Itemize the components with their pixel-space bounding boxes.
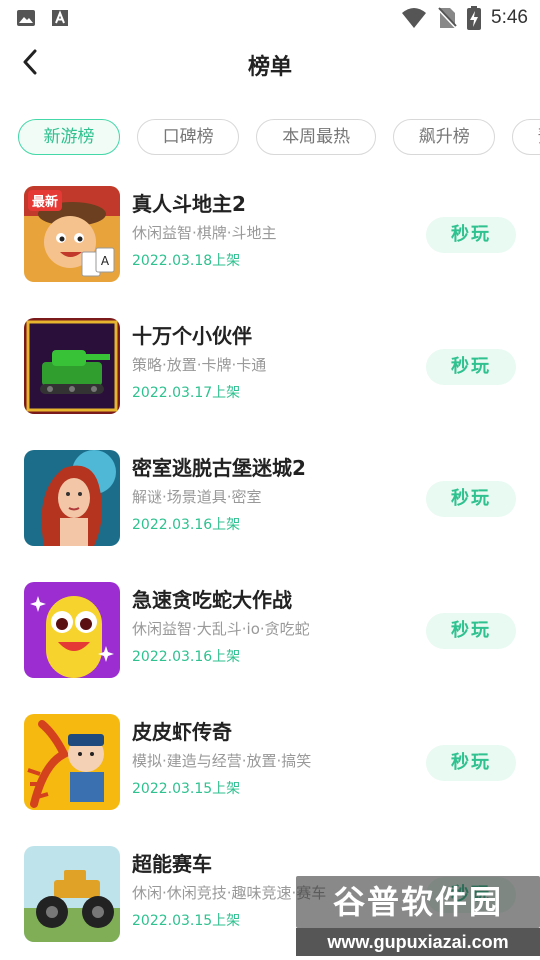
play-button[interactable]: 秒玩 bbox=[426, 613, 516, 649]
release-date: 2022.03.15上架 bbox=[132, 781, 241, 797]
game-name: 真人斗地主2 bbox=[132, 192, 246, 216]
game-tags: 策略·放置·卡牌·卡通 bbox=[132, 356, 267, 374]
list-item[interactable]: 十万个小伙伴 策略·放置·卡牌·卡通 2022.03.17上架 秒玩 bbox=[0, 312, 540, 444]
release-date: 2022.03.16上架 bbox=[132, 649, 241, 665]
release-date: 2022.03.15上架 bbox=[132, 913, 241, 929]
game-tags: 休闲益智·棋牌·斗地主 bbox=[132, 224, 277, 242]
watermark-url: www.gupuxiazai.com bbox=[296, 928, 540, 956]
game-thumbnail bbox=[24, 714, 120, 810]
tab-reservation[interactable]: 预约榜 bbox=[512, 119, 540, 155]
ranking-tabs: 新游榜 口碑榜 本周最热 飙升榜 预约榜 bbox=[18, 119, 540, 157]
status-time: 5:46 bbox=[491, 7, 528, 28]
game-tags: 模拟·建造与经营·放置·搞笑 bbox=[132, 752, 312, 770]
release-date: 2022.03.16上架 bbox=[132, 517, 241, 533]
release-date: 2022.03.17上架 bbox=[132, 385, 241, 401]
list-item[interactable]: 皮皮虾传奇 模拟·建造与经营·放置·搞笑 2022.03.15上架 秒玩 bbox=[0, 708, 540, 840]
release-date: 2022.03.18上架 bbox=[132, 253, 241, 269]
game-name: 超能赛车 bbox=[132, 852, 212, 876]
game-name: 皮皮虾传奇 bbox=[132, 720, 232, 744]
app-header: 榜单 bbox=[0, 36, 540, 92]
game-name: 十万个小伙伴 bbox=[132, 324, 252, 348]
list-item[interactable]: 密室逃脱古堡迷城2 解谜·场景道具·密室 2022.03.16上架 秒玩 bbox=[0, 444, 540, 576]
play-button[interactable]: 秒玩 bbox=[426, 217, 516, 253]
play-button[interactable]: 秒玩 bbox=[426, 745, 516, 781]
watermark: 谷普软件园 www.gupuxiazai.com bbox=[296, 876, 540, 956]
game-thumbnail bbox=[24, 450, 120, 546]
new-badge: 最新 bbox=[28, 190, 63, 211]
svg-text:A: A bbox=[101, 254, 110, 268]
game-name: 急速贪吃蛇大作战 bbox=[132, 588, 292, 612]
status-bar: 5:46 bbox=[0, 0, 540, 36]
no-sim-icon bbox=[437, 7, 457, 29]
tab-weekly-hot[interactable]: 本周最热 bbox=[256, 119, 377, 155]
page-title: 榜单 bbox=[247, 55, 292, 80]
watermark-title: 谷普软件园 bbox=[296, 876, 540, 928]
game-tags: 休闲益智·大乱斗·io·贪吃蛇 bbox=[132, 620, 310, 638]
play-button[interactable]: 秒玩 bbox=[426, 481, 516, 517]
list-item[interactable]: A 最新 真人斗地主2 休闲益智·棋牌·斗地主 2022.03.18上架 秒玩 bbox=[0, 180, 540, 312]
list-item[interactable]: 急速贪吃蛇大作战 休闲益智·大乱斗·io·贪吃蛇 2022.03.16上架 秒玩 bbox=[0, 576, 540, 708]
game-thumbnail bbox=[24, 318, 120, 414]
game-list: A 最新 真人斗地主2 休闲益智·棋牌·斗地主 2022.03.18上架 秒玩 … bbox=[0, 180, 540, 960]
font-icon bbox=[50, 8, 70, 28]
battery-charging-icon bbox=[467, 6, 482, 30]
game-tags: 解谜·场景道具·密室 bbox=[132, 488, 262, 506]
game-thumbnail bbox=[24, 582, 120, 678]
tab-new-games[interactable]: 新游榜 bbox=[18, 119, 120, 155]
image-icon bbox=[16, 8, 36, 28]
wifi-icon bbox=[401, 7, 427, 29]
play-button[interactable]: 秒玩 bbox=[426, 349, 516, 385]
tab-reputation[interactable]: 口碑榜 bbox=[137, 119, 240, 155]
game-thumbnail: A 最新 bbox=[24, 186, 120, 282]
tab-rising[interactable]: 飙升榜 bbox=[393, 119, 496, 155]
game-name: 密室逃脱古堡迷城2 bbox=[132, 456, 306, 480]
game-thumbnail bbox=[24, 846, 120, 942]
